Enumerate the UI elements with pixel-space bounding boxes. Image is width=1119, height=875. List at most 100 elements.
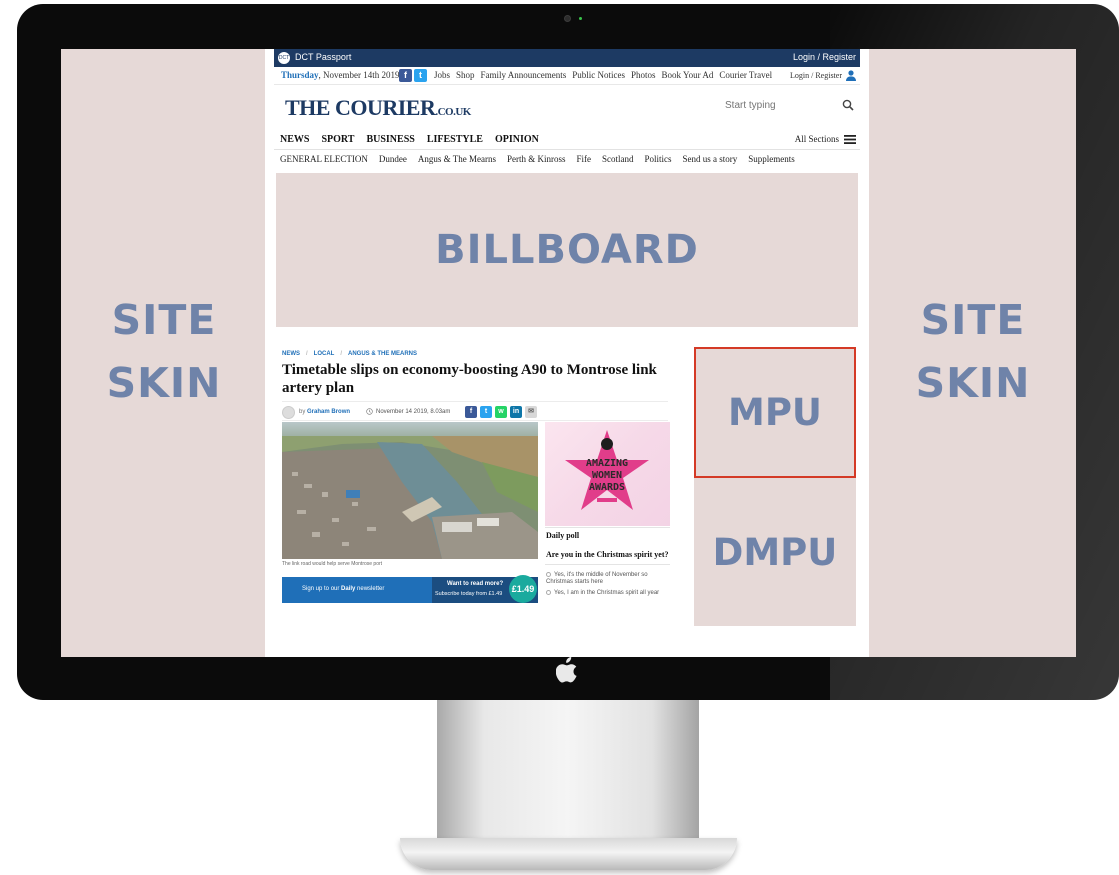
site-logo[interactable]: THE COURIER.CO.UK [285,95,471,121]
hamburger-menu-icon [844,134,856,144]
nav-item-business[interactable]: BUSINESS [366,134,414,145]
newsletter-banner[interactable]: Sign up to our Daily newsletter Want to … [282,575,538,603]
current-date: Thursday, November 14th 2019 [281,70,400,80]
nav-item-news[interactable]: NEWS [280,134,309,145]
utility-link-courier-travel[interactable]: Courier Travel [719,70,772,80]
site-skin-right[interactable]: SITE SKIN [870,289,1076,415]
poll-title: Daily poll [546,531,580,540]
all-sections-button[interactable]: All Sections [795,134,856,144]
subnav-item-perth[interactable]: Perth & Kinross [507,154,566,164]
nav-item-sport[interactable]: SPORT [321,134,354,145]
amazing-women-awards-promo[interactable]: AMAZING WOMEN AWARDS [545,422,670,526]
promo-line-3: AWARDS [589,482,625,493]
share-facebook-icon[interactable]: f [465,406,477,418]
share-linkedin-icon[interactable]: in [510,406,522,418]
promo-line-1: AMAZING [586,458,628,469]
breadcrumb-separator: / [340,351,343,357]
current-date-text: , November 14th 2019 [318,70,400,80]
main-nav: NEWS SPORT BUSINESS LIFESTYLE OPINION Al… [274,130,860,150]
divider [545,527,670,528]
subnav-item-send-story[interactable]: Send us a story [683,154,738,164]
byline: by Graham Brown [299,409,350,415]
price-badge[interactable]: £1.49 [509,575,537,603]
promo-line-2: WOMEN [592,470,622,481]
divider [545,564,670,565]
article-date: November 14 2019, 8.03am [376,409,451,415]
newsletter-bold: Daily [341,586,356,592]
dmpu-ad[interactable]: DMPU [694,478,856,626]
image-caption: The link road would help serve Montrose … [282,561,383,567]
breadcrumb: NEWS / LOCAL / ANGUS & THE MEARNS [282,351,417,357]
share-twitter-icon[interactable]: t [480,406,492,418]
passport-login-link[interactable]: Login / Register [793,52,856,62]
poll-option[interactable]: Yes, I am in the Christmas spirit all ye… [546,590,671,597]
breadcrumb-angus[interactable]: ANGUS & THE MEARNS [348,351,417,357]
article-headline: Timetable slips on economy-boosting A90 … [282,362,657,396]
poll-option-label: Yes, I am in the Christmas spirit all ye… [554,590,660,597]
nav-item-opinion[interactable]: OPINION [495,134,539,145]
camera-icon [564,15,571,22]
apple-logo-icon [556,657,577,683]
radio-button[interactable] [546,572,551,577]
main-nav-items: NEWS SPORT BUSINESS LIFESTYLE OPINION [280,134,539,145]
twitter-icon[interactable]: t [414,69,427,82]
utility-link-photos[interactable]: Photos [631,70,656,80]
facebook-icon[interactable]: f [399,69,412,82]
search-icon[interactable] [842,99,854,111]
newsletter-prefix: Sign up to our [302,586,342,592]
article-hero-image[interactable] [282,422,538,559]
all-sections-label: All Sections [794,134,839,144]
subnav-item-general-election[interactable]: GENERAL ELECTION [280,154,368,164]
utility-link-shop[interactable]: Shop [456,70,475,80]
monitor-stand-foot [400,838,737,870]
radio-button[interactable] [546,590,551,595]
newsletter-signup-text[interactable]: Sign up to our Daily newsletter [302,586,384,592]
share-whatsapp-icon[interactable]: w [495,406,507,418]
user-icon[interactable] [846,70,856,81]
divider [282,420,668,421]
utility-login-link[interactable]: Login / Register [790,71,842,80]
site-logo-text: THE COURIER [285,95,436,120]
masthead: THE COURIER.CO.UK [274,86,860,130]
passport-brand[interactable]: DCT Passport [295,52,351,62]
mpu-ad[interactable]: MPU [694,347,856,478]
passport-bar: DCT DCT Passport Login / Register [274,49,860,67]
subnav-item-scotland[interactable]: Scotland [602,154,634,164]
current-day: Thursday [281,70,319,80]
subnav-item-angus[interactable]: Angus & The Mearns [418,154,496,164]
passport-logo-icon: DCT [278,52,290,64]
monitor-stand [437,700,699,848]
utility-link-jobs[interactable]: Jobs [434,70,450,80]
site-logo-tld: .CO.UK [435,106,471,118]
poll-option[interactable]: Yes, it's the middle of November so Chri… [546,572,671,586]
web-page: DCT DCT Passport Login / Register Thursd… [265,49,869,657]
nav-item-lifestyle[interactable]: LIFESTYLE [427,134,483,145]
subscribe-title: Want to read more? [447,581,504,587]
breadcrumb-news[interactable]: NEWS [282,351,300,357]
site-skin-left[interactable]: SITE SKIN [61,289,267,415]
subnav-item-fife[interactable]: Fife [576,154,591,164]
subnav-item-dundee[interactable]: Dundee [379,154,407,164]
subscribe-subtitle: Subscribe today from £1.49 [435,591,503,597]
utility-bar: Thursday, November 14th 2019 f t Jobs Sh… [274,67,860,85]
sub-nav-items: GENERAL ELECTION Dundee Angus & The Mear… [280,154,795,164]
share-email-icon[interactable]: ✉ [525,406,537,418]
subnav-item-supplements[interactable]: Supplements [748,154,795,164]
clock-icon [366,408,373,415]
breadcrumb-local[interactable]: LOCAL [314,351,335,357]
poll-question: Are you in the Christmas spirit yet? [546,550,669,559]
sub-nav: GENERAL ELECTION Dundee Angus & The Mear… [274,151,860,169]
divider [282,401,668,402]
billboard-ad[interactable]: BILLBOARD [276,173,858,327]
author-link[interactable]: Graham Brown [307,409,350,415]
utility-link-book-your-ad[interactable]: Book Your Ad [662,70,714,80]
search-input[interactable] [725,100,825,111]
subscribe-box[interactable]: Want to read more? Subscribe today from … [432,575,538,603]
poll-option-label: Yes, it's the middle of November so Chri… [546,572,648,586]
breadcrumb-separator: / [306,351,308,357]
utility-link-public-notices[interactable]: Public Notices [572,70,625,80]
subnav-item-politics[interactable]: Politics [644,154,671,164]
screen: SITE SKIN SITE SKIN DCT DCT Passport Log… [61,49,1076,657]
utility-link-family-announcements[interactable]: Family Announcements [481,70,567,80]
utility-links: Jobs Shop Family Announcements Public No… [434,70,772,80]
